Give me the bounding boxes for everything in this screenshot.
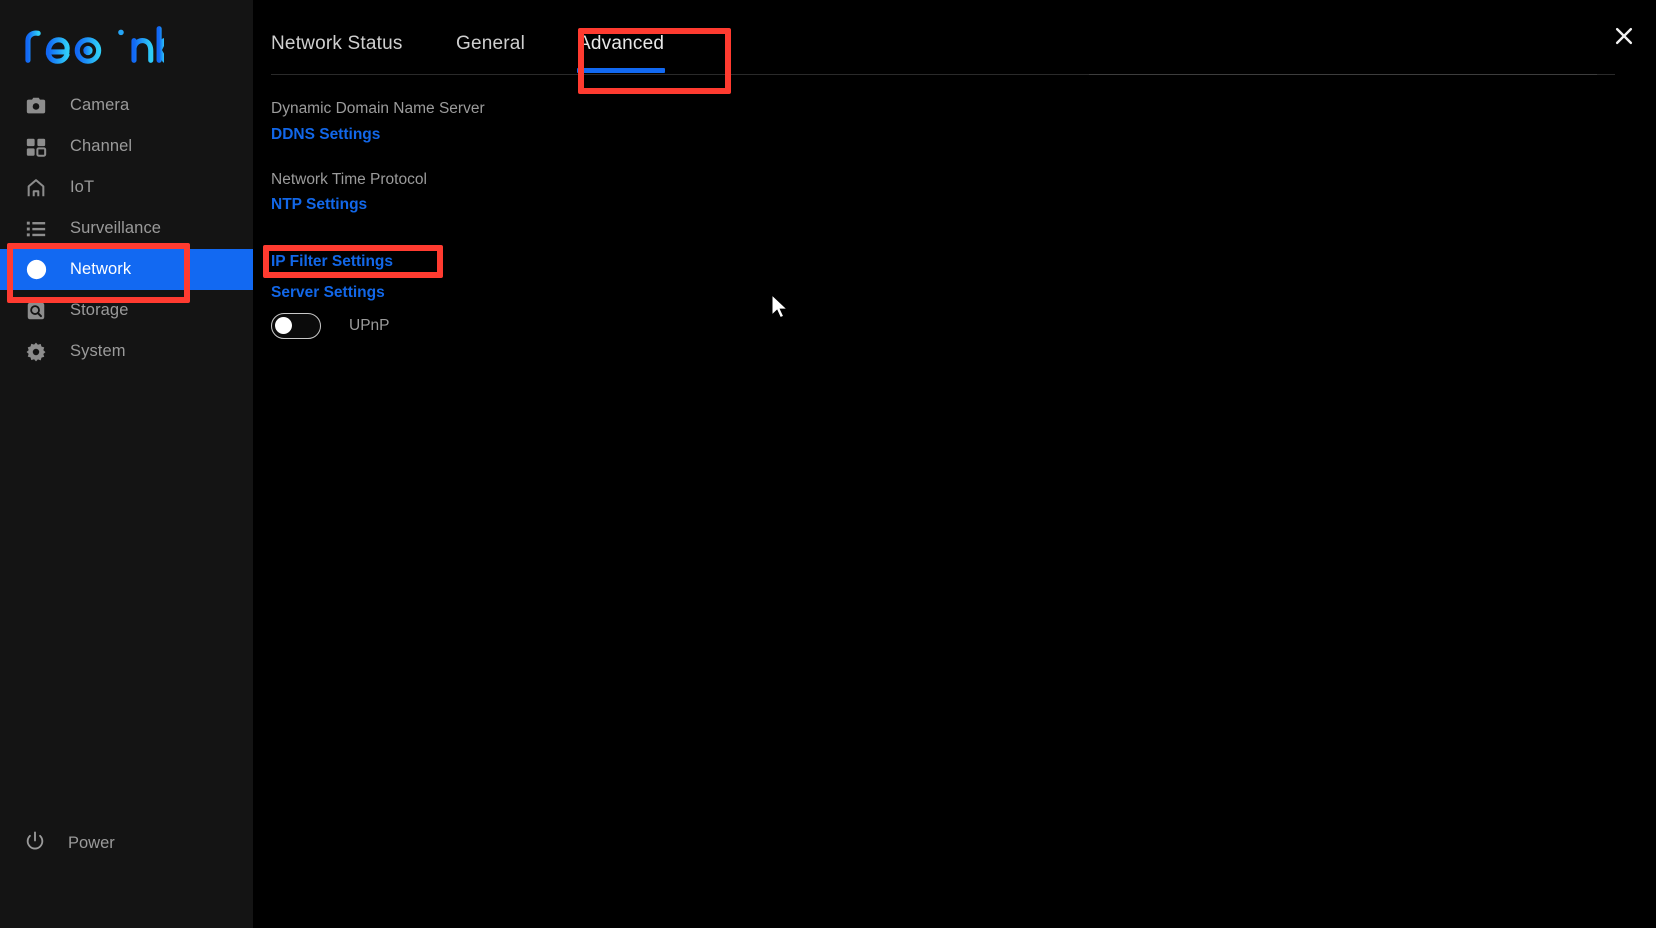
app-window: Camera Channel IoT Surveillance Network …: [0, 0, 1656, 928]
home-icon: [24, 176, 48, 200]
sidebar-item-network[interactable]: Network: [0, 249, 253, 290]
upnp-toggle[interactable]: [271, 313, 321, 339]
gear-icon: [24, 340, 48, 364]
tab-bar: Network Status General Advanced: [253, 0, 1656, 78]
link-ip-filter-settings[interactable]: IP Filter Settings: [271, 253, 393, 271]
sidebar-item-surveillance[interactable]: Surveillance: [0, 208, 253, 249]
upnp-label: UPnP: [349, 317, 390, 334]
power-icon: [24, 830, 46, 857]
sidebar-item-label: Camera: [70, 96, 130, 114]
sidebar-item-label: System: [70, 342, 126, 360]
tab-network-status[interactable]: Network Status: [271, 33, 403, 55]
tab-divider-bright: [1089, 74, 1597, 75]
close-icon: [1615, 27, 1633, 45]
link-server-settings[interactable]: Server Settings: [271, 284, 385, 302]
sidebar-item-label: Surveillance: [70, 219, 162, 237]
group-label-ntp: Network Time Protocol: [271, 171, 427, 188]
globe-icon: [24, 258, 48, 282]
sidebar-item-iot[interactable]: IoT: [0, 167, 253, 208]
list-icon: [24, 217, 48, 241]
hard-drive-icon: [24, 299, 48, 323]
group-label-ddns: Dynamic Domain Name Server: [271, 100, 485, 117]
tab-general[interactable]: General: [456, 33, 525, 55]
sidebar-item-label: Storage: [70, 301, 129, 319]
reolink-logo: [24, 24, 168, 64]
sidebar-item-storage[interactable]: Storage: [0, 290, 253, 331]
toggle-knob: [275, 317, 292, 334]
close-button[interactable]: [1604, 16, 1644, 56]
sidebar-item-label: IoT: [70, 178, 95, 196]
camera-icon: [24, 94, 48, 118]
sidebar-item-camera[interactable]: Camera: [0, 85, 253, 126]
sidebar-item-label: Network: [70, 260, 132, 278]
link-ntp-settings[interactable]: NTP Settings: [271, 196, 367, 214]
upnp-row: UPnP: [271, 313, 390, 339]
grid-icon: [24, 135, 48, 159]
tab-active-underline: [577, 68, 665, 73]
power-button[interactable]: Power: [0, 823, 253, 863]
sidebar-item-channel[interactable]: Channel: [0, 126, 253, 167]
sidebar-item-system[interactable]: System: [0, 331, 253, 372]
tab-advanced[interactable]: Advanced: [578, 33, 664, 55]
sidebar-item-label: Channel: [70, 137, 133, 155]
sidebar-nav: Camera Channel IoT Surveillance Network …: [0, 85, 253, 372]
link-ddns-settings[interactable]: DDNS Settings: [271, 126, 380, 144]
power-label: Power: [68, 833, 115, 852]
main-panel: Network Status General Advanced Dynamic …: [253, 0, 1656, 928]
sidebar: Camera Channel IoT Surveillance Network …: [0, 0, 253, 928]
